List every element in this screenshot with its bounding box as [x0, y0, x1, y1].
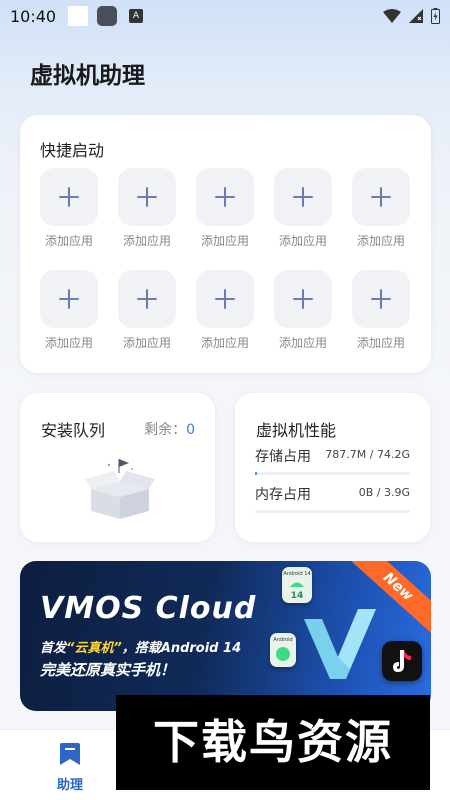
plus-icon — [196, 270, 254, 328]
plus-icon — [196, 168, 254, 226]
notification-app-icon — [97, 6, 117, 26]
plus-icon — [352, 168, 410, 226]
add-app-slot[interactable]: 添加应用 — [40, 270, 98, 351]
banner-subtitle-2: 完美还原真实手机！ — [40, 661, 176, 679]
svg-text:Android 14: Android 14 — [283, 571, 310, 577]
memory-usage: 内存占用 0B / 3.9G — [255, 484, 410, 513]
add-app-slot[interactable]: 添加应用 — [274, 168, 332, 249]
queue-remaining-count: 0 — [186, 422, 195, 438]
banner-subtitle-highlight: “云真机” — [66, 641, 122, 656]
banner-title: VMOS Cloud — [40, 591, 257, 626]
nav-item-assistant[interactable]: 助理 — [40, 742, 100, 793]
plus-icon — [40, 270, 98, 328]
android-14-badge: Android 14 14 — [282, 567, 312, 603]
add-app-label: 添加应用 — [122, 336, 171, 350]
add-app-slot[interactable]: 添加应用 — [118, 168, 176, 249]
page-title: 虚拟机助理 — [30, 63, 145, 89]
add-app-label: 添加应用 — [278, 336, 327, 350]
banner-subtitle-prefix: 首发 — [40, 641, 67, 656]
add-app-slot[interactable]: 添加应用 — [352, 168, 410, 249]
storage-bar — [255, 472, 410, 475]
vm-performance-title: 虚拟机性能 — [256, 421, 337, 440]
add-app-label: 添加应用 — [356, 234, 405, 248]
quick-launch-title: 快捷启动 — [40, 141, 105, 160]
notification-a-icon: A — [129, 9, 143, 23]
add-app-label: 添加应用 — [356, 336, 405, 350]
memory-bar — [255, 510, 410, 513]
battery-icon — [431, 8, 440, 24]
vmos-cloud-banner[interactable]: VMOS Cloud 首发“云真机”，搭载Android 14 完美还原真实手机… — [20, 561, 431, 711]
nav-label-assistant: 助理 — [56, 778, 83, 793]
memory-label: 内存占用 — [255, 487, 311, 503]
android-icon: Android 14 14 — [283, 571, 310, 601]
vmos-logo-icon — [304, 609, 376, 679]
signal-icon — [409, 9, 423, 23]
storage-usage: 存储占用 787.7M / 74.2G — [255, 446, 410, 475]
add-app-slot[interactable]: 添加应用 — [118, 270, 176, 351]
add-app-slot[interactable]: 添加应用 — [274, 270, 332, 351]
queue-remaining-label: 剩余： — [144, 422, 187, 438]
notification-white-icon — [68, 6, 88, 26]
status-bar: 10:40 A — [0, 0, 450, 32]
empty-box-icon — [85, 459, 155, 519]
memory-value: 0B / 3.9G — [358, 486, 410, 499]
add-app-slot[interactable]: 添加应用 — [40, 168, 98, 249]
add-app-label: 添加应用 — [200, 336, 249, 350]
plus-icon — [352, 270, 410, 328]
add-app-slot[interactable]: 添加应用 — [352, 270, 410, 351]
add-app-slot[interactable]: 添加应用 — [196, 168, 254, 249]
plus-icon — [118, 270, 176, 328]
quick-launch-card: 快捷启动 添加应用 添加应用 添加应用 添加应用 添加应用 添加应用 添加应用 … — [20, 115, 431, 373]
vm-performance-card: 虚拟机性能 存储占用 787.7M / 74.2G 内存占用 0B / 3.9G — [235, 393, 430, 542]
svg-text:Android: Android — [273, 637, 292, 643]
add-app-label: 添加应用 — [200, 234, 249, 248]
svg-text:14: 14 — [291, 591, 304, 601]
queue-remaining: 剩余：0 — [144, 419, 195, 439]
add-app-label: 添加应用 — [44, 336, 93, 350]
install-queue-title: 安装队列 — [41, 421, 106, 440]
storage-bar-fill — [255, 472, 258, 475]
add-app-label: 添加应用 — [278, 234, 327, 248]
plus-icon — [274, 270, 332, 328]
wifi-icon — [383, 9, 401, 23]
storage-label: 存储占用 — [255, 449, 311, 465]
plus-icon — [40, 168, 98, 226]
banner-subtitle: 首发“云真机”，搭载Android 14 — [40, 637, 241, 656]
watermark: 下载鸟资源 — [116, 695, 430, 790]
add-app-label: 添加应用 — [122, 234, 171, 248]
storage-value: 787.7M / 74.2G — [325, 448, 410, 461]
plus-icon — [274, 168, 332, 226]
install-queue-card[interactable]: 安装队列 剩余：0 — [20, 393, 215, 542]
android-badge: Android — [270, 633, 296, 667]
status-time: 10:40 — [10, 6, 57, 26]
add-app-label: 添加应用 — [44, 234, 93, 248]
plus-icon — [118, 168, 176, 226]
android-icon: Android — [273, 637, 293, 661]
bookmark-icon — [60, 743, 80, 765]
banner-subtitle-suffix: ，搭载Android 14 — [121, 641, 242, 656]
add-app-slot[interactable]: 添加应用 — [196, 270, 254, 351]
tiktok-icon — [382, 641, 422, 681]
